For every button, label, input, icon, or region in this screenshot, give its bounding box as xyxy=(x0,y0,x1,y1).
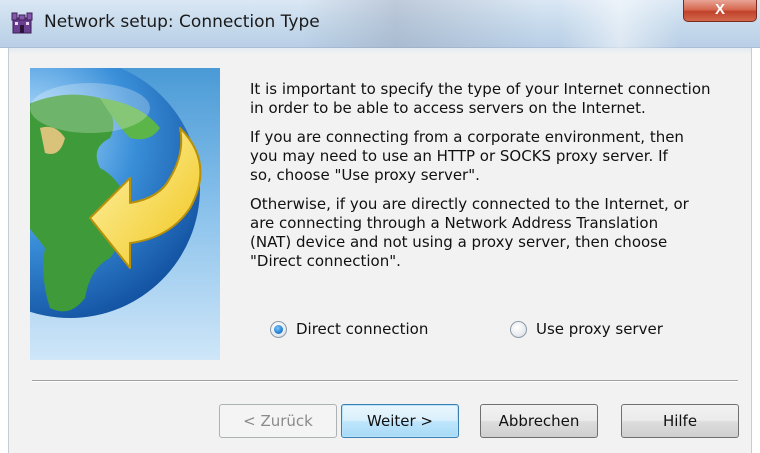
title-bar-glass-highlight xyxy=(560,0,680,48)
radio-dot xyxy=(274,324,283,334)
title-bar[interactable]: Network setup: Connection Type X xyxy=(0,0,760,48)
use-proxy-server-radio[interactable]: Use proxy server xyxy=(510,318,663,340)
next-button[interactable]: Weiter > xyxy=(341,404,459,438)
window-title: Network setup: Connection Type xyxy=(44,12,320,32)
close-button[interactable]: X xyxy=(683,0,757,22)
description-paragraph-2: If you are connecting from a corporate e… xyxy=(250,128,684,184)
description: It is important to specify the type of y… xyxy=(250,80,720,281)
description-paragraph-1: It is important to specify the type of y… xyxy=(250,80,711,117)
description-paragraph-3: Otherwise, if you are directly connected… xyxy=(250,195,689,270)
help-button[interactable]: Hilfe xyxy=(621,404,739,438)
radio-button-selected[interactable] xyxy=(270,320,287,338)
cancel-button[interactable]: Abbrechen xyxy=(480,404,598,438)
direct-connection-radio[interactable]: Direct connection xyxy=(270,318,428,340)
use-proxy-server-label[interactable]: Use proxy server xyxy=(536,320,663,338)
castle-icon[interactable] xyxy=(10,10,34,34)
globe-arrow-image xyxy=(30,68,220,360)
title-bar-glass xyxy=(300,0,540,48)
back-button[interactable]: < Zurück xyxy=(219,404,337,438)
separator xyxy=(32,380,738,382)
radio-button-unselected[interactable] xyxy=(510,320,527,338)
direct-connection-label[interactable]: Direct connection xyxy=(296,320,428,338)
close-icon: X xyxy=(714,1,725,18)
